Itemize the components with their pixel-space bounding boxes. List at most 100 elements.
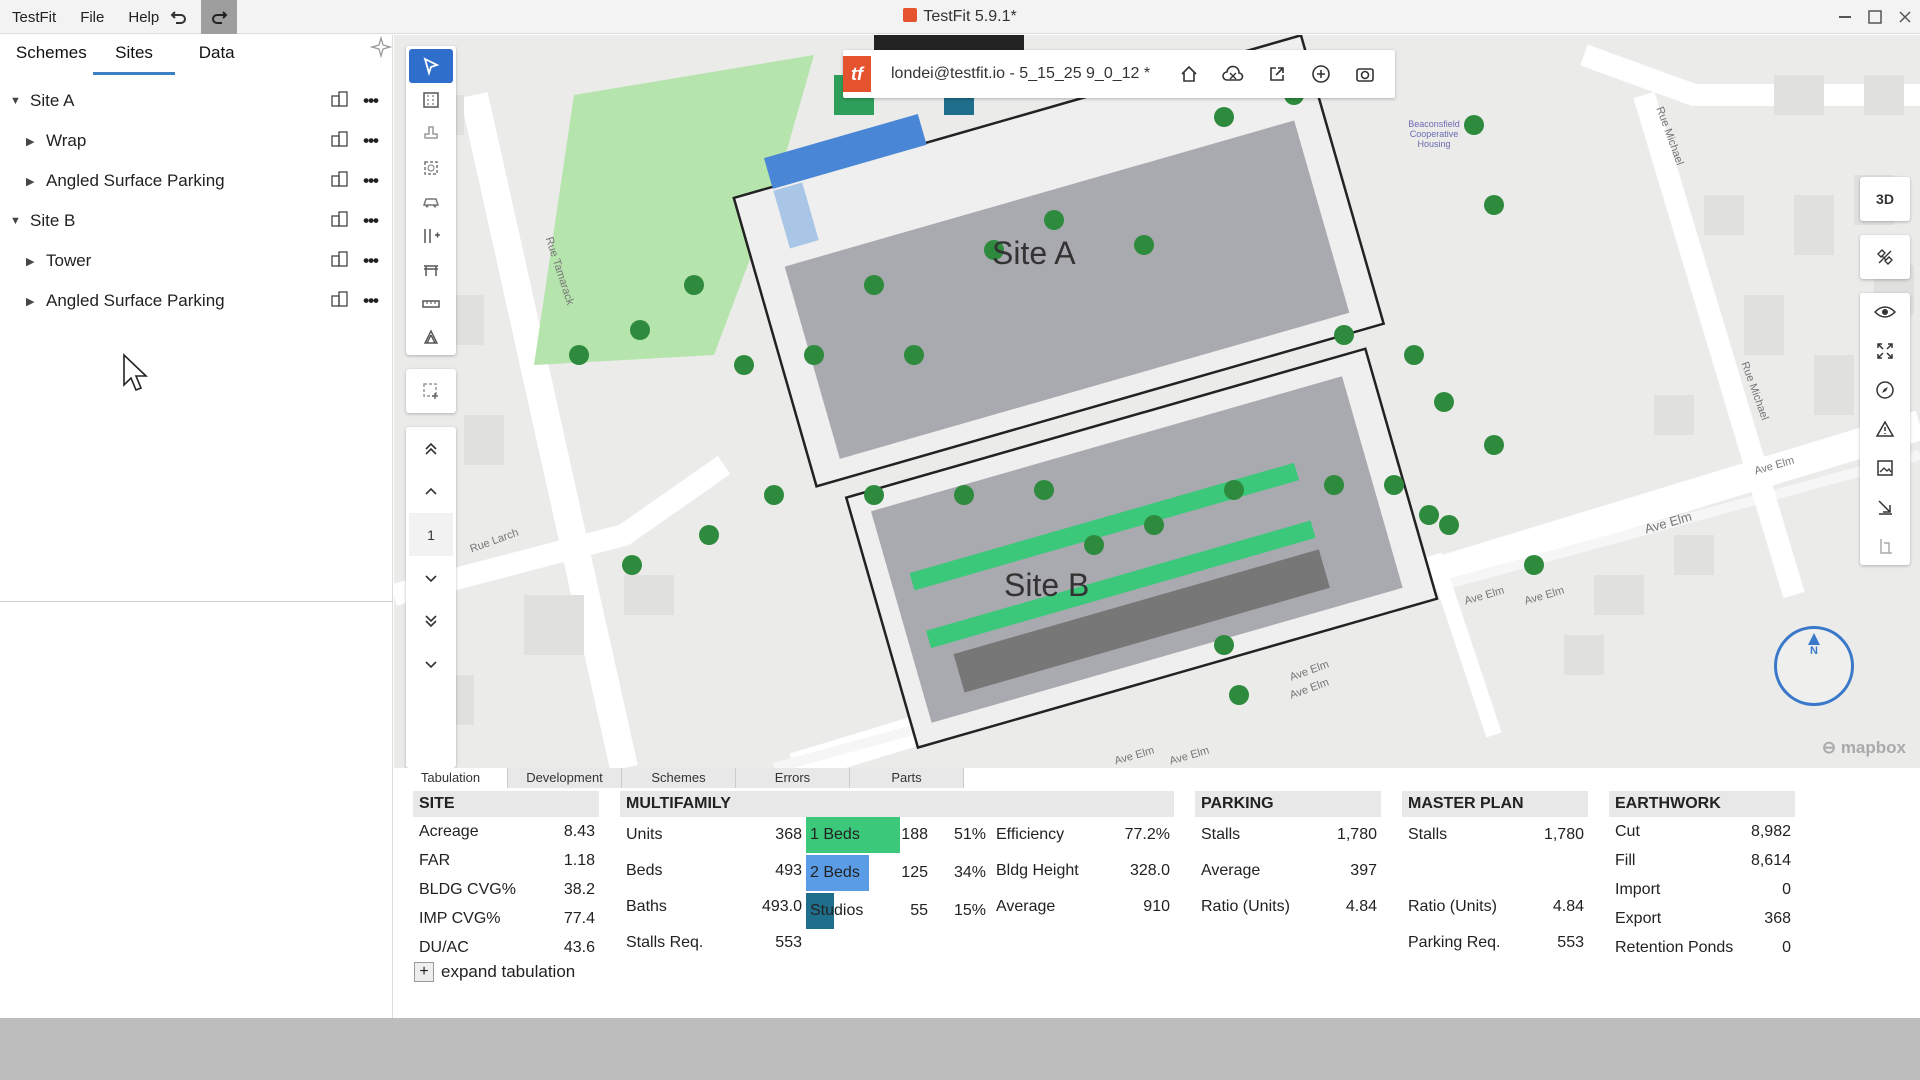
site-plan-canvas[interactable] (394, 35, 1920, 768)
tab-schemes[interactable]: Schemes (10, 35, 93, 75)
more-icon[interactable]: ••• (363, 291, 379, 311)
earthwork-panel: EARTHWORK Cut 8,982 Fill 8,614 Import 0 Export… (1609, 791, 1795, 962)
layers-icon[interactable] (1860, 526, 1910, 565)
chevron-down-icon[interactable] (409, 556, 453, 599)
tab-parts[interactable]: Parts (850, 768, 964, 788)
canopy-tool-icon[interactable] (409, 253, 453, 287)
tree-row-wrap[interactable]: ▶ Wrap ••• (0, 121, 392, 161)
compass-north-label: N (1810, 645, 1818, 657)
title-bar: TestFit File Help TestFit 5.9.1* (0, 0, 1920, 34)
more-icon[interactable]: ••• (363, 211, 379, 231)
trees-tool-icon[interactable] (409, 321, 453, 355)
bottom-tabs: Tabulation Development Schemes Errors Pa… (394, 768, 994, 788)
maximize-icon[interactable] (1860, 0, 1890, 34)
row-value: 328.0 (1129, 862, 1170, 879)
building-icon[interactable] (331, 90, 349, 112)
chevron-right-icon[interactable]: ▶ (26, 135, 40, 148)
export-arrow-icon[interactable] (1860, 487, 1910, 526)
row-label: Average (996, 898, 1056, 915)
tab-row: FAR 1.18 (413, 846, 599, 875)
more-icon[interactable]: ••• (363, 91, 379, 111)
row-value: 493.0 (761, 898, 802, 915)
chevron-right-icon[interactable]: ▶ (26, 175, 40, 188)
cloud-off-icon[interactable] (1220, 61, 1246, 87)
menu-testfit[interactable]: TestFit (12, 9, 70, 26)
tab-row: BLDG CVG% 38.2 (413, 875, 599, 904)
north-compass[interactable]: N (1774, 626, 1854, 706)
add-circle-icon[interactable] (1308, 61, 1334, 87)
chevron-right-icon[interactable]: ▶ (26, 255, 40, 268)
tab-tabulation[interactable]: Tabulation (394, 768, 508, 788)
menu-file[interactable]: File (80, 9, 118, 26)
panel-divider (0, 601, 393, 602)
row-label: Export (1615, 910, 1662, 927)
tree-row-parking-a[interactable]: ▶ Angled Surface Parking ••• (0, 161, 392, 201)
tab-row: Beds 493 (620, 853, 806, 889)
tab-data[interactable]: Data (175, 35, 258, 75)
chevron-up-icon[interactable] (409, 470, 453, 513)
chevron-down-more-icon[interactable] (409, 642, 453, 685)
frame-tool-icon[interactable] (409, 151, 453, 185)
tab-row: Stalls Req. 553 (620, 925, 806, 961)
unit-mix-row: Studios 55 15% (806, 893, 986, 929)
close-icon[interactable] (1890, 0, 1920, 34)
undo-icon[interactable] (163, 1, 195, 33)
satellite-icon[interactable] (1860, 235, 1910, 278)
image-icon[interactable] (1860, 448, 1910, 487)
terrain-icon[interactable] (1860, 410, 1910, 449)
building-icon[interactable] (331, 130, 349, 152)
tab-sites[interactable]: Sites (92, 35, 176, 75)
tab-schemes-bottom[interactable]: Schemes (622, 768, 736, 788)
row-value: 0 (1782, 881, 1791, 898)
row-label: Import (1615, 881, 1661, 898)
add-zone-icon[interactable] (409, 369, 453, 412)
tree-row-site-b[interactable]: ▼ Site B ••• (0, 201, 392, 241)
tree-row-parking-b[interactable]: ▶ Angled Surface Parking ••• (0, 281, 392, 321)
car-tool-icon[interactable] (409, 185, 453, 219)
more-icon[interactable]: ••• (363, 251, 379, 271)
eye-icon[interactable] (1860, 293, 1910, 332)
mapbox-attribution[interactable]: ⊖ mapbox (1822, 738, 1906, 758)
chevron-down-icon[interactable]: ▼ (10, 215, 24, 227)
toggle-3d-button[interactable]: 3D (1860, 177, 1910, 220)
building-tool-icon[interactable] (409, 83, 453, 117)
more-icon[interactable]: ••• (363, 171, 379, 191)
stamp-tool-icon[interactable] (409, 117, 453, 151)
row-value: 77.4 (563, 910, 595, 927)
select-tool-icon[interactable] (409, 49, 453, 83)
row-label: Stalls (1201, 826, 1241, 843)
chevron-down-icon[interactable]: ▼ (10, 95, 24, 107)
tab-errors[interactable]: Errors (736, 768, 850, 788)
tab-row: Ratio (Units) 4.84 (1195, 889, 1381, 925)
building-icon[interactable] (331, 170, 349, 192)
chevron-right-icon[interactable]: ▶ (26, 295, 40, 308)
camera-icon[interactable] (1352, 61, 1378, 87)
more-icon[interactable]: ••• (363, 131, 379, 151)
building-icon[interactable] (331, 250, 349, 272)
expand-tabulation-button[interactable]: + expand tabulation (414, 962, 575, 982)
share-icon[interactable] (1264, 61, 1290, 87)
left-tabs: Schemes Sites Data (0, 35, 393, 75)
mapbox-text: mapbox (1840, 738, 1906, 757)
tree-row-tower[interactable]: ▶ Tower ••• (0, 241, 392, 281)
tab-row: IMP CVG% 77.4 (413, 904, 599, 933)
tab-development[interactable]: Development (508, 768, 622, 788)
minimize-icon[interactable] (1830, 0, 1860, 34)
stall-tool-icon[interactable] (409, 219, 453, 253)
redo-icon[interactable] (201, 0, 237, 34)
chevrons-down-icon[interactable] (409, 599, 453, 642)
project-name[interactable]: londei@testfit.io - 5_15_25 9_0_12 * (891, 65, 1150, 83)
fit-screen-icon[interactable] (1860, 332, 1910, 371)
map-viewport[interactable]: Site A Site B Rue Tamarack Rue Larch Rue… (394, 35, 1920, 768)
chevrons-up-icon[interactable] (409, 427, 453, 470)
sparkle-icon[interactable] (369, 35, 393, 75)
compass-icon[interactable] (1860, 371, 1910, 410)
unit-mix-count: 188 (901, 826, 928, 843)
home-icon[interactable] (1176, 61, 1202, 87)
draw-toolbar (406, 46, 456, 355)
tab-row: DU/AC 43.6 (413, 933, 599, 962)
building-icon[interactable] (331, 210, 349, 232)
building-icon[interactable] (331, 290, 349, 312)
ruler-tool-icon[interactable] (409, 287, 453, 321)
tree-row-site-a[interactable]: ▼ Site A ••• (0, 81, 392, 121)
